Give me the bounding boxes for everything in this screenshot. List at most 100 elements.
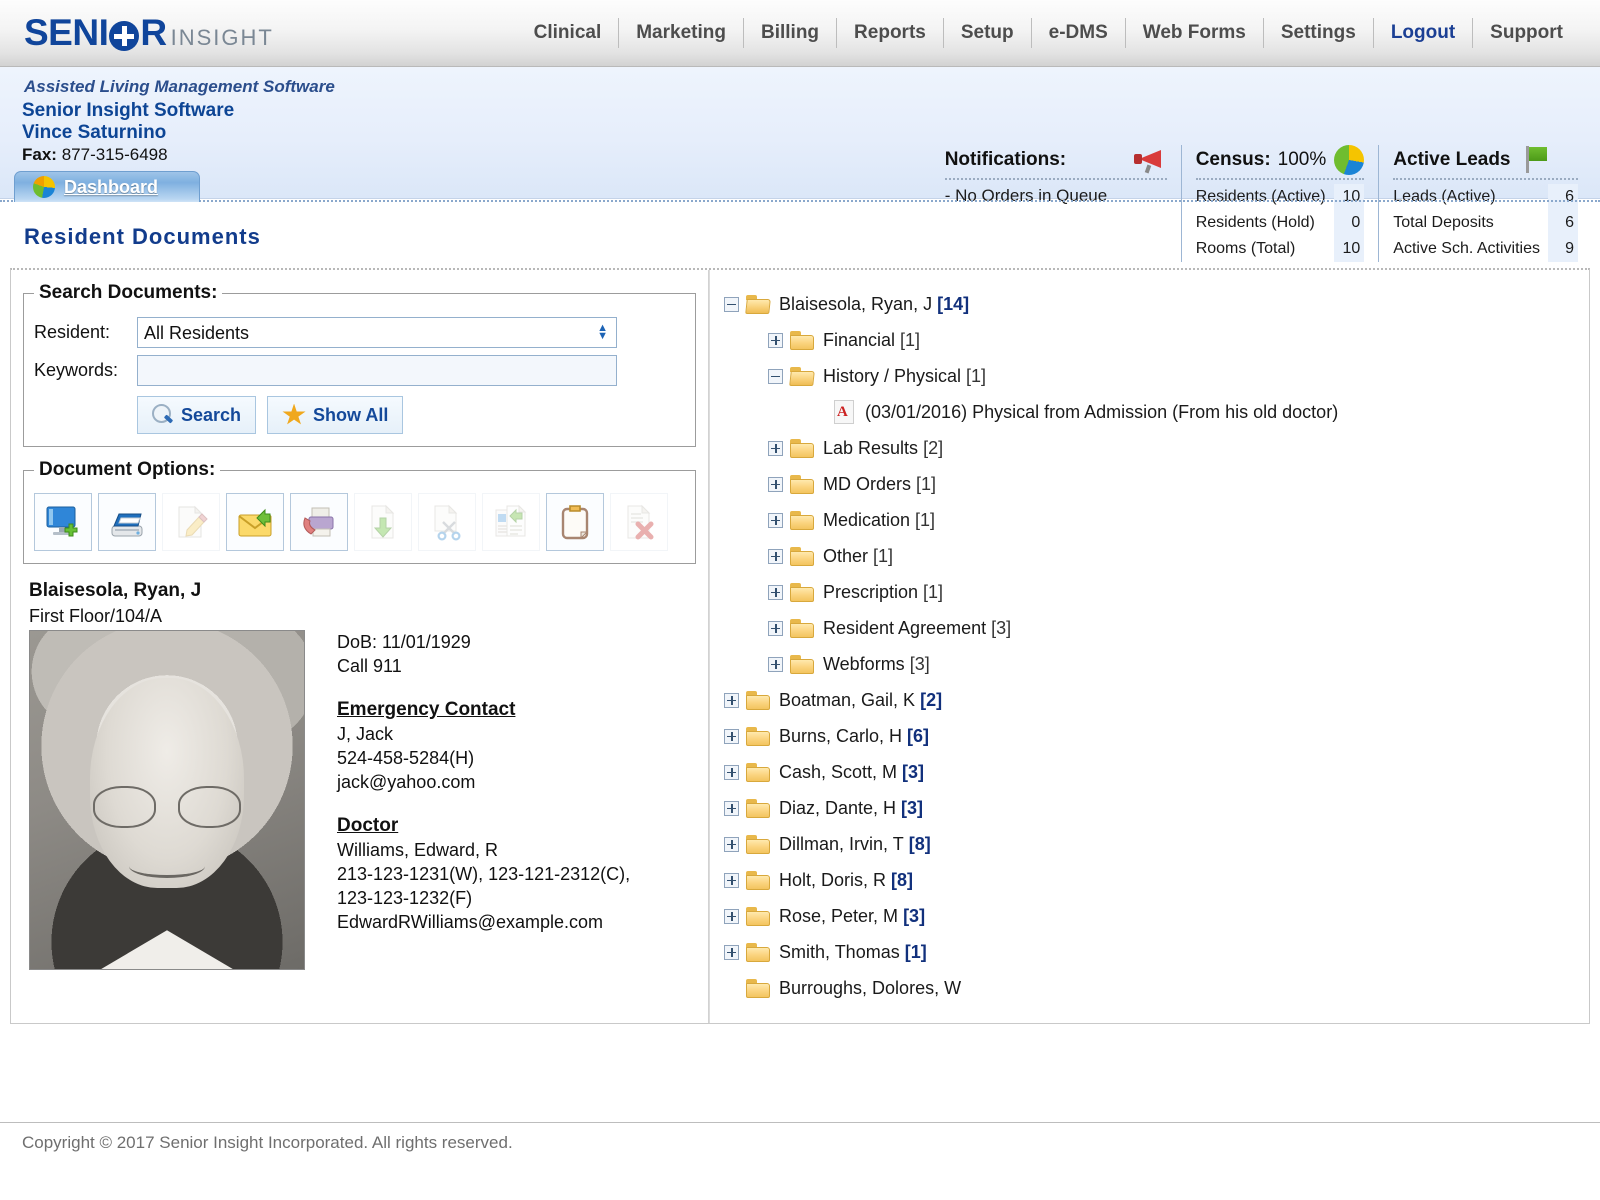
documents-tree: Blaisesola, Ryan, J[14]Financial[1]Histo…	[710, 270, 1589, 1016]
tree-node-label: Other	[823, 546, 868, 567]
tree-node[interactable]: Lab Results[2]	[720, 430, 1579, 466]
search-documents-fieldset: Search Documents: Resident: All Resident…	[23, 282, 696, 447]
fax-label: Fax:	[22, 145, 57, 164]
expand-icon[interactable]	[768, 585, 783, 600]
emergency-contact-phone: 524-458-5284(H)	[337, 746, 630, 770]
app-logo[interactable]: SENIR INSIGHT	[24, 12, 274, 54]
clipboard-paste-icon[interactable]	[546, 493, 604, 551]
dashboard-tab[interactable]: Dashboard	[14, 171, 200, 202]
expand-icon[interactable]	[724, 765, 739, 780]
search-button[interactable]: Search	[137, 396, 256, 434]
tree-node[interactable]: A(03/01/2016) Physical from Admission (F…	[720, 394, 1579, 430]
tree-node[interactable]: Holt, Doris, R[8]	[720, 862, 1579, 898]
email-document-icon[interactable]	[226, 493, 284, 551]
keywords-input[interactable]	[137, 355, 617, 386]
tree-node[interactable]: Resident Agreement[3]	[720, 610, 1579, 646]
resident-select[interactable]: All Residents	[137, 317, 617, 348]
sub-header: Assisted Living Management Software Seni…	[0, 67, 1600, 199]
divider	[945, 178, 1167, 180]
organization-name: Senior Insight Software	[22, 100, 234, 122]
tree-node-label: Burns, Carlo, H	[779, 726, 902, 747]
expand-icon[interactable]	[768, 513, 783, 528]
resident-summary-card: Blaisesola, Ryan, J First Floor/104/A Do…	[29, 580, 696, 970]
keywords-filter-row: Keywords:	[34, 355, 685, 386]
expand-icon[interactable]	[768, 333, 783, 348]
resident-select-wrapper: All Residents ▲▼	[137, 317, 617, 348]
header-widgets: Notifications: - No Orders in Queue Cens…	[931, 145, 1592, 262]
tree-node-label: Cash, Scott, M	[779, 762, 897, 783]
medical-cross-icon	[109, 21, 139, 51]
nav-item-billing[interactable]: Billing	[743, 18, 836, 48]
tree-node[interactable]: Burns, Carlo, H[6]	[720, 718, 1579, 754]
fax-number: 877-315-6498	[62, 145, 168, 164]
megaphone-icon	[1133, 147, 1167, 173]
tree-node[interactable]: Other[1]	[720, 538, 1579, 574]
tree-node[interactable]: Prescription[1]	[720, 574, 1579, 610]
delete-document-icon[interactable]	[610, 493, 668, 551]
fax-document-icon[interactable]	[290, 493, 348, 551]
tree-node[interactable]: History / Physical[1]	[720, 358, 1579, 394]
copy-document-icon[interactable]	[482, 493, 540, 551]
expand-icon[interactable]	[768, 657, 783, 672]
tree-node[interactable]: Diaz, Dante, H[3]	[720, 790, 1579, 826]
divider	[1393, 178, 1578, 180]
expand-icon[interactable]	[724, 801, 739, 816]
tree-node[interactable]: Boatman, Gail, K[2]	[720, 682, 1579, 718]
nav-item-support[interactable]: Support	[1472, 18, 1580, 48]
flag-icon	[1521, 145, 1551, 175]
expand-icon[interactable]	[768, 549, 783, 564]
tree-node-label: Boatman, Gail, K	[779, 690, 915, 711]
edit-document-icon[interactable]	[162, 493, 220, 551]
tree-node-count: [6]	[907, 726, 929, 747]
expand-icon[interactable]	[768, 441, 783, 456]
tree-node[interactable]: Webforms[3]	[720, 646, 1579, 682]
scan-document-icon[interactable]	[98, 493, 156, 551]
expand-icon[interactable]	[768, 621, 783, 636]
tree-node[interactable]: Rose, Peter, M[3]	[720, 898, 1579, 934]
folder-icon	[746, 943, 770, 962]
expand-icon[interactable]	[724, 909, 739, 924]
top-navigation-bar: SENIR INSIGHT Clinical Marketing Billing…	[0, 0, 1600, 67]
right-column: Blaisesola, Ryan, J[14]Financial[1]Histo…	[709, 270, 1589, 1023]
nav-item-logout[interactable]: Logout	[1373, 18, 1472, 48]
tree-node[interactable]: Financial[1]	[720, 322, 1579, 358]
tree-node[interactable]: Blaisesola, Ryan, J[14]	[720, 286, 1579, 322]
tree-node-count: [3]	[991, 618, 1011, 639]
nav-item-setup[interactable]: Setup	[943, 18, 1031, 48]
tree-spacer	[724, 981, 739, 996]
tree-node-count: [1]	[873, 546, 893, 567]
collapse-icon[interactable]	[768, 369, 783, 384]
main-menu: Clinical Marketing Billing Reports Setup…	[517, 13, 1580, 53]
pie-chart-icon	[1334, 145, 1364, 175]
expand-icon[interactable]	[724, 729, 739, 744]
collapse-icon[interactable]	[724, 297, 739, 312]
nav-item-edms[interactable]: e-DMS	[1031, 18, 1125, 48]
download-document-icon[interactable]	[354, 493, 412, 551]
add-document-icon[interactable]	[34, 493, 92, 551]
nav-item-marketing[interactable]: Marketing	[618, 18, 743, 48]
expand-icon[interactable]	[768, 477, 783, 492]
tree-node-count: [1]	[923, 582, 943, 603]
tree-node[interactable]: Cash, Scott, M[3]	[720, 754, 1579, 790]
page-title: Resident Documents	[24, 224, 261, 250]
show-all-button[interactable]: Show All	[267, 396, 403, 434]
tree-node[interactable]: Medication[1]	[720, 502, 1579, 538]
nav-item-web-forms[interactable]: Web Forms	[1125, 18, 1263, 48]
nav-item-reports[interactable]: Reports	[836, 18, 943, 48]
tree-node[interactable]: Smith, Thomas[1]	[720, 934, 1579, 970]
tree-node[interactable]: Burroughs, Dolores, W	[720, 970, 1579, 1006]
tree-node-label: History / Physical	[823, 366, 961, 387]
expand-icon[interactable]	[724, 945, 739, 960]
cut-document-icon[interactable]	[418, 493, 476, 551]
tree-node[interactable]: Dillman, Irvin, T[8]	[720, 826, 1579, 862]
expand-icon[interactable]	[724, 693, 739, 708]
tree-node-label: Lab Results	[823, 438, 918, 459]
expand-icon[interactable]	[724, 873, 739, 888]
nav-item-clinical[interactable]: Clinical	[517, 18, 619, 48]
tree-node-count: [2]	[923, 438, 943, 459]
nav-item-settings[interactable]: Settings	[1263, 18, 1373, 48]
expand-icon[interactable]	[724, 837, 739, 852]
tree-node[interactable]: MD Orders[1]	[720, 466, 1579, 502]
search-buttons-row: Search Show All	[137, 396, 685, 434]
doctor-email: EdwardRWilliams@example.com	[337, 910, 630, 934]
